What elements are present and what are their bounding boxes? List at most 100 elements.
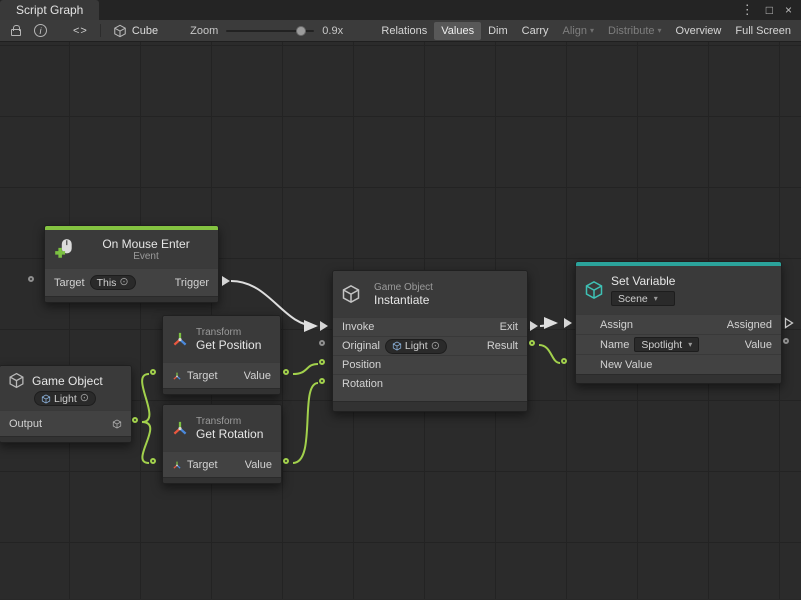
variable-name-dropdown[interactable]: Spotlight ▾ xyxy=(634,337,699,352)
port-trigger-output[interactable] xyxy=(222,276,230,286)
transform-icon xyxy=(171,419,189,437)
mouse-enter-icon xyxy=(53,238,75,260)
node-header[interactable]: Transform Get Rotation xyxy=(163,405,281,451)
original-object-value: Light xyxy=(405,340,428,352)
port-setvariable-newvalue[interactable] xyxy=(561,358,567,364)
info-icon[interactable]: i xyxy=(34,24,47,37)
output-label: Output xyxy=(9,418,42,430)
align-button[interactable]: Align ▾ xyxy=(556,22,601,40)
node-category: Game Object xyxy=(374,282,433,293)
node-header[interactable]: Set Variable Scene ▾ xyxy=(576,266,781,314)
node-title: Get Position xyxy=(196,338,261,352)
wire-result-to-newvalue[interactable] xyxy=(539,345,560,363)
port-instantiate-original[interactable] xyxy=(319,340,325,346)
port-getrotation-target[interactable] xyxy=(150,458,156,464)
distribute-button[interactable]: Distribute ▾ xyxy=(601,22,668,40)
port-row: Name Spotlight ▾ Value xyxy=(576,334,781,354)
game-object-icon xyxy=(8,372,25,389)
wire-position-value[interactable] xyxy=(293,364,318,374)
port-gameobject-output[interactable] xyxy=(132,417,138,423)
toolbar-buttons: Relations Values Dim Carry Align ▾ Distr… xyxy=(374,22,801,40)
object-picker-icon[interactable]: ⊙ xyxy=(431,341,440,352)
port-row: Target Value xyxy=(163,451,281,477)
port-row: Invoke Exit xyxy=(333,317,527,336)
overview-button[interactable]: Overview xyxy=(669,22,729,40)
graph-cube-icon xyxy=(113,24,127,38)
name-label: Name xyxy=(600,339,629,351)
result-label: Result xyxy=(487,340,518,352)
port-setvariable-value-output[interactable] xyxy=(783,338,789,344)
variable-name-value: Spotlight xyxy=(641,339,682,351)
assign-label: Assign xyxy=(600,319,633,331)
graph-canvas[interactable]: On Mouse Enter Event Target This ⊙ Trigg… xyxy=(0,42,801,599)
close-icon[interactable]: × xyxy=(785,0,792,20)
object-picker-icon[interactable]: ⊙ xyxy=(119,277,128,288)
values-button[interactable]: Values xyxy=(434,22,481,40)
port-mouse-enter-input[interactable] xyxy=(28,276,34,282)
lock-icon[interactable] xyxy=(11,29,21,36)
tab-title: Script Graph xyxy=(16,3,83,17)
trigger-label: Trigger xyxy=(175,277,209,289)
value-label: Value xyxy=(245,459,272,471)
zoom-slider-handle[interactable] xyxy=(296,26,306,36)
target-object-value: This xyxy=(97,277,117,289)
carry-button[interactable]: Carry xyxy=(515,22,556,40)
port-setvariable-assign[interactable] xyxy=(564,318,572,328)
port-getposition-target[interactable] xyxy=(150,369,156,375)
original-object-field[interactable]: Light ⊙ xyxy=(385,339,447,354)
wire-rotation-value[interactable] xyxy=(293,383,318,463)
node-header[interactable]: Game Object Light ⊙ xyxy=(0,366,131,410)
tab-script-graph[interactable]: Script Graph xyxy=(0,0,99,20)
port-instantiate-rotation[interactable] xyxy=(319,378,325,384)
full-screen-button[interactable]: Full Screen xyxy=(728,22,798,40)
wire-exit-to-assign[interactable] xyxy=(540,323,556,326)
port-instantiate-invoke[interactable] xyxy=(320,321,328,331)
port-instantiate-position[interactable] xyxy=(319,359,325,365)
port-getrotation-value[interactable] xyxy=(283,458,289,464)
relations-button[interactable]: Relations xyxy=(374,22,434,40)
value-label: Value xyxy=(745,339,772,351)
transform-icon xyxy=(171,330,189,348)
node-instantiate[interactable]: Game Object Instantiate Invoke Exit Orig… xyxy=(332,270,528,412)
node-header[interactable]: On Mouse Enter Event xyxy=(45,230,218,268)
port-instantiate-exit[interactable] xyxy=(530,321,538,331)
wire-light-to-getrotation[interactable] xyxy=(142,422,150,463)
port-setvariable-assigned-output[interactable] xyxy=(784,317,794,329)
align-label: Align xyxy=(563,25,587,37)
wire-light-to-getposition[interactable] xyxy=(142,374,149,422)
window-menu-icon[interactable]: ⋮ xyxy=(741,0,754,20)
transform-icon xyxy=(172,371,182,381)
assigned-label: Assigned xyxy=(727,319,772,331)
object-picker-icon[interactable]: ⊙ xyxy=(80,393,89,404)
node-header[interactable]: Transform Get Position xyxy=(163,316,280,362)
caret-down-icon: ▾ xyxy=(654,294,658,303)
info-glyph: i xyxy=(40,26,42,36)
node-set-variable[interactable]: Set Variable Scene ▾ Assign Assigned Nam… xyxy=(575,261,782,384)
zoom-slider[interactable] xyxy=(226,24,314,38)
dim-button[interactable]: Dim xyxy=(481,22,515,40)
target-object-field[interactable]: This ⊙ xyxy=(90,275,136,290)
graph-name[interactable]: Cube xyxy=(132,25,158,37)
port-row: Output xyxy=(0,410,131,436)
maximize-icon[interactable]: □ xyxy=(766,0,773,20)
transform-icon xyxy=(172,460,182,470)
scope-value: Scene xyxy=(618,293,648,305)
tab-bar: Script Graph ⋮ □ × xyxy=(0,0,801,20)
port-getposition-value[interactable] xyxy=(283,369,289,375)
node-get-rotation[interactable]: Transform Get Rotation Target Value xyxy=(162,404,282,484)
port-instantiate-result[interactable] xyxy=(529,340,535,346)
scope-dropdown[interactable]: Scene ▾ xyxy=(611,291,675,306)
code-icon[interactable]: <> xyxy=(73,25,88,37)
node-title: Set Variable xyxy=(611,274,675,288)
node-header[interactable]: Game Object Instantiate xyxy=(333,271,527,317)
node-game-object-light[interactable]: Game Object Light ⊙ Output xyxy=(0,365,132,443)
node-title: Get Rotation xyxy=(196,427,263,441)
node-title: Game Object xyxy=(32,374,103,388)
light-object-value: Light xyxy=(54,393,77,405)
node-category: Transform xyxy=(196,327,261,338)
variable-icon xyxy=(584,280,604,300)
node-on-mouse-enter[interactable]: On Mouse Enter Event Target This ⊙ Trigg… xyxy=(44,225,219,303)
position-label: Position xyxy=(342,359,381,371)
light-object-field[interactable]: Light ⊙ xyxy=(34,391,96,406)
node-get-position[interactable]: Transform Get Position Target Value xyxy=(162,315,281,395)
